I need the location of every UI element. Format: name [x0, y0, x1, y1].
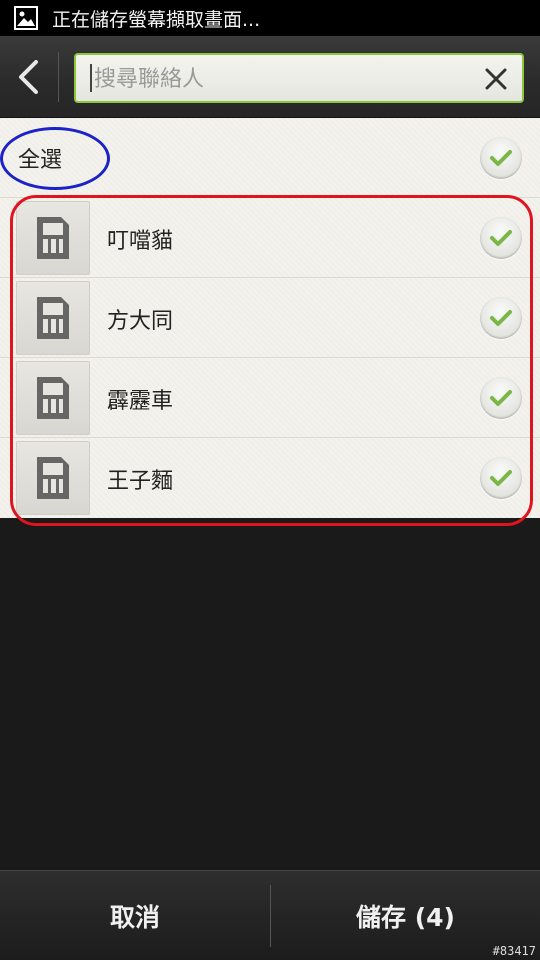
chevron-left-icon — [19, 60, 38, 94]
close-icon — [485, 68, 507, 90]
search-box[interactable] — [74, 53, 524, 103]
annotation-red-outline — [10, 195, 533, 526]
watermark: #83417 — [492, 944, 536, 958]
back-button[interactable] — [0, 36, 58, 118]
cancel-button[interactable]: 取消 — [0, 871, 270, 960]
status-bar: 正在儲存螢幕擷取畫面... — [0, 0, 540, 36]
checkmark-icon — [490, 150, 512, 166]
action-bar — [0, 36, 540, 118]
screenshot-image-icon — [14, 6, 38, 30]
header-divider — [58, 52, 59, 102]
clear-search-button[interactable] — [478, 61, 514, 97]
annotation-blue-circle — [0, 127, 110, 190]
select-all-checkbox[interactable] — [480, 137, 522, 179]
notification-text: 正在儲存螢幕擷取畫面... — [52, 8, 261, 31]
text-cursor — [90, 64, 92, 92]
search-input[interactable] — [94, 59, 474, 99]
bottom-bar: 取消 儲存 (4) #83417 — [0, 870, 540, 960]
